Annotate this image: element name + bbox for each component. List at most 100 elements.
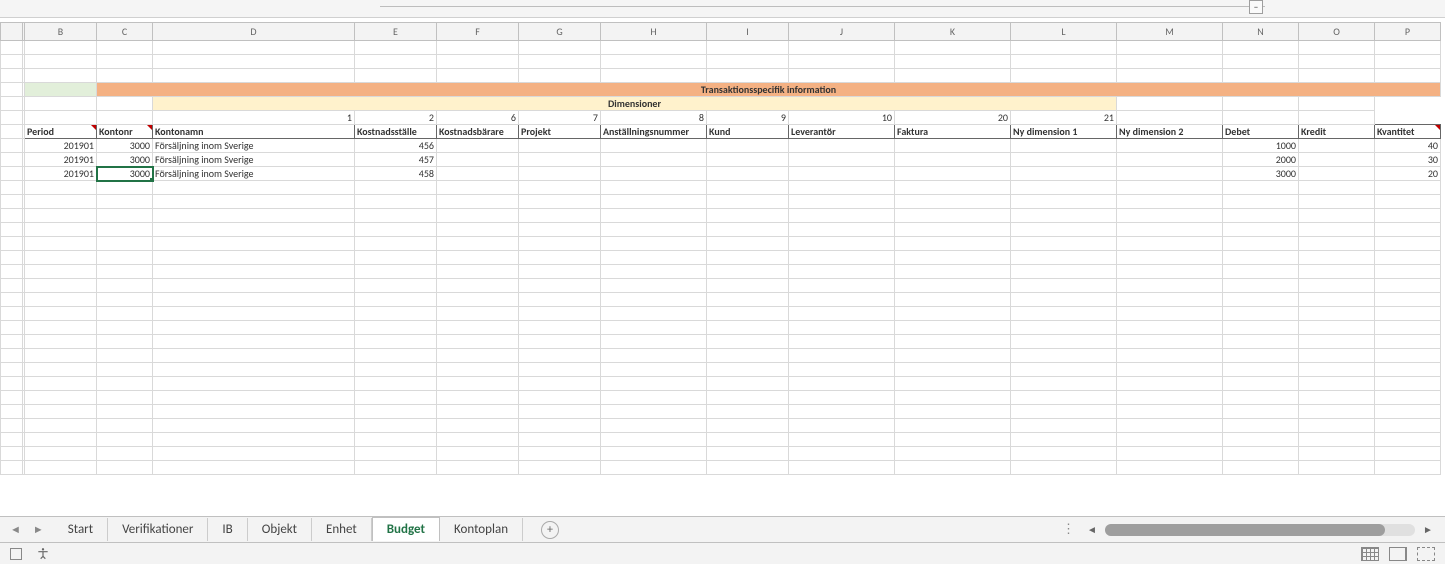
col-header-E[interactable]: E	[355, 23, 437, 41]
row-column-labels[interactable]: Period Kontonr Kontonamn Kostnadsställe …	[1, 125, 1441, 139]
cell-kvantitet[interactable]: 20	[1375, 167, 1441, 181]
row-header[interactable]	[1, 167, 23, 181]
header-kredit[interactable]: Kredit	[1299, 125, 1375, 139]
cell-debet[interactable]: 1000	[1223, 139, 1299, 153]
row-header[interactable]	[1, 111, 23, 125]
row[interactable]	[1, 265, 1441, 279]
sheet-nav-next-icon[interactable]: ►	[33, 523, 44, 536]
dim-num[interactable]: 8	[601, 111, 707, 125]
sheet-tab-kontoplan[interactable]: Kontoplan	[440, 518, 523, 541]
col-header-F[interactable]: F	[437, 23, 519, 41]
sheet-tab-objekt[interactable]: Objekt	[248, 518, 312, 541]
row[interactable]	[1, 377, 1441, 391]
add-sheet-button[interactable]: +	[541, 521, 559, 539]
worksheet-grid[interactable]: A B C D E F G H I J K L M N O P Transakt…	[0, 22, 1445, 516]
row[interactable]	[1, 433, 1441, 447]
sheet-tab-start[interactable]: Start	[54, 518, 108, 541]
header-kund[interactable]: Kund	[707, 125, 789, 139]
row[interactable]	[1, 349, 1441, 363]
hscroll-thumb[interactable]	[1105, 524, 1385, 536]
row[interactable]	[1, 69, 1441, 83]
sheet-tab-verifikationer[interactable]: Verifikationer	[108, 518, 208, 541]
col-header-M[interactable]: M	[1117, 23, 1223, 41]
col-header-G[interactable]: G	[519, 23, 601, 41]
dim-num[interactable]: 7	[519, 111, 601, 125]
row[interactable]	[1, 55, 1441, 69]
col-header-C[interactable]: C	[97, 23, 153, 41]
cell-kostnadsstalle[interactable]: 456	[355, 139, 437, 153]
col-header-B[interactable]: B	[25, 23, 97, 41]
table-row[interactable]: 201901 3000 Försäljning inom Sverige 458…	[1, 167, 1441, 181]
sheet-tab-enhet[interactable]: Enhet	[312, 518, 372, 541]
view-page-layout-button[interactable]	[1389, 547, 1407, 561]
select-all-corner[interactable]	[1, 23, 23, 41]
header-kontonr[interactable]: Kontonr	[97, 125, 153, 139]
row-banner-dimensions[interactable]: Dimensioner	[1, 97, 1441, 111]
col-header-D[interactable]: D	[153, 23, 355, 41]
row[interactable]	[1, 223, 1441, 237]
view-page-break-button[interactable]	[1417, 547, 1435, 561]
cell-kontonamn[interactable]: Försäljning inom Sverige	[153, 167, 355, 181]
dim-num[interactable]: 10	[789, 111, 895, 125]
cell-kvantitet[interactable]: 40	[1375, 139, 1441, 153]
cell-debet[interactable]: 2000	[1223, 153, 1299, 167]
row[interactable]	[1, 251, 1441, 265]
row[interactable]	[1, 447, 1441, 461]
col-header-N[interactable]: N	[1223, 23, 1299, 41]
row-dimension-numbers[interactable]: 1 2 6 7 8 9 10 20 21	[1, 111, 1441, 125]
hscroll-left-icon[interactable]: ◄	[1085, 523, 1099, 536]
row[interactable]	[1, 461, 1441, 475]
banner-transaction[interactable]: Transaktionsspecifik information	[97, 83, 1441, 97]
cell-kostnadsstalle[interactable]: 458	[355, 167, 437, 181]
hscroll-right-icon[interactable]: ►	[1421, 523, 1435, 536]
horizontal-scrollbar[interactable]: ◄ ►	[1085, 523, 1445, 536]
row-header[interactable]	[1, 125, 23, 139]
header-kvantitet[interactable]: Kvantitet	[1375, 125, 1441, 139]
header-kostnadsbarare[interactable]: Kostnadsbärare	[437, 125, 519, 139]
table-row[interactable]: 201901 3000 Försäljning inom Sverige 457…	[1, 153, 1441, 167]
col-header-L[interactable]: L	[1011, 23, 1117, 41]
row[interactable]	[1, 209, 1441, 223]
tabs-options-icon[interactable]: ⋮	[1052, 522, 1085, 537]
column-header-row[interactable]: A B C D E F G H I J K L M N O P	[1, 23, 1441, 41]
row-header[interactable]	[1, 55, 23, 69]
dim-num[interactable]: 1	[153, 111, 355, 125]
dim-num[interactable]: 21	[1011, 111, 1117, 125]
header-period[interactable]: Period	[25, 125, 97, 139]
row[interactable]	[1, 363, 1441, 377]
row-header[interactable]	[1, 69, 23, 83]
record-macro-icon[interactable]	[10, 548, 22, 560]
dim-num[interactable]: 6	[437, 111, 519, 125]
cell-kontonr-selected[interactable]: 3000	[97, 167, 153, 181]
row[interactable]	[1, 41, 1441, 55]
header-projekt[interactable]: Projekt	[519, 125, 601, 139]
row[interactable]	[1, 237, 1441, 251]
cell-period[interactable]: 201901	[25, 167, 97, 181]
row[interactable]	[1, 321, 1441, 335]
row[interactable]	[1, 335, 1441, 349]
row-header[interactable]	[1, 139, 23, 153]
row-header[interactable]	[1, 83, 23, 97]
header-faktura[interactable]: Faktura	[895, 125, 1011, 139]
dim-num[interactable]: 9	[707, 111, 789, 125]
cell-kontonamn[interactable]: Försäljning inom Sverige	[153, 139, 355, 153]
header-nydim2[interactable]: Ny dimension 2	[1117, 125, 1223, 139]
accessibility-icon[interactable]	[36, 547, 50, 561]
col-header-I[interactable]: I	[707, 23, 789, 41]
cells-table[interactable]: A B C D E F G H I J K L M N O P Transakt…	[0, 22, 1441, 475]
cell-kontonr[interactable]: 3000	[97, 139, 153, 153]
cell-kostnadsstalle[interactable]: 457	[355, 153, 437, 167]
row[interactable]	[1, 279, 1441, 293]
cell[interactable]	[25, 83, 97, 97]
col-header-P[interactable]: P	[1375, 23, 1441, 41]
col-header-O[interactable]: O	[1299, 23, 1375, 41]
sheet-tab-budget[interactable]: Budget	[372, 517, 440, 541]
row-banner-transaction[interactable]: Transaktionsspecifik information	[1, 83, 1441, 97]
cell-kvantitet[interactable]: 30	[1375, 153, 1441, 167]
row-header[interactable]	[1, 41, 23, 55]
header-kontonamn[interactable]: Kontonamn	[153, 125, 355, 139]
row[interactable]	[1, 195, 1441, 209]
row[interactable]	[1, 391, 1441, 405]
row-header[interactable]	[1, 97, 23, 111]
cell-kontonamn[interactable]: Försäljning inom Sverige	[153, 153, 355, 167]
